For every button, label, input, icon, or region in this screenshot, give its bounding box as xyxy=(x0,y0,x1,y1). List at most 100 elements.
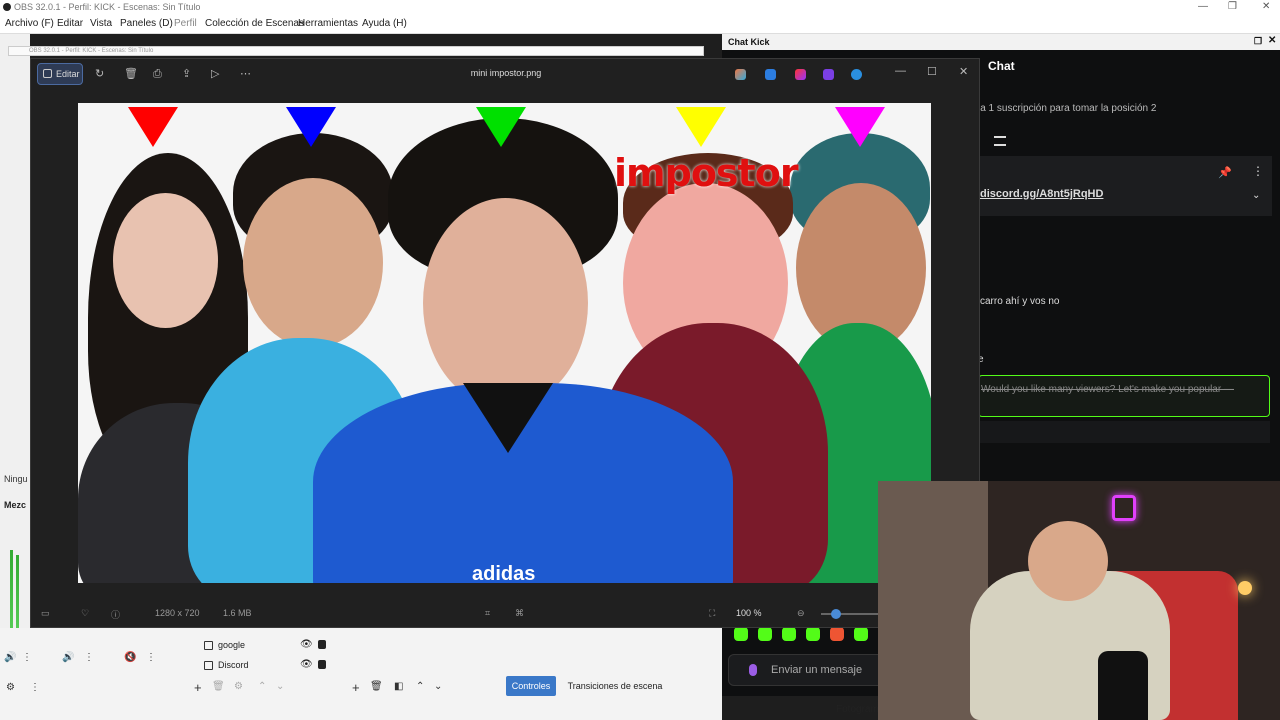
source-name: Discord xyxy=(218,660,249,670)
move-down-icon[interactable]: ⌄ xyxy=(276,681,284,692)
file-title: mini impostor.png xyxy=(470,68,542,78)
zoom-slider[interactable] xyxy=(821,613,881,615)
restore-icon[interactable]: ❐ xyxy=(1228,1,1237,12)
more-icon[interactable]: ⋮ xyxy=(84,652,94,663)
minimize-icon[interactable]: — xyxy=(1198,1,1208,12)
menu-paneles[interactable]: Paneles (D) xyxy=(120,18,173,29)
more-icon[interactable]: ⋮ xyxy=(22,652,32,663)
lamp-icon xyxy=(1238,581,1252,595)
source-properties-icon[interactable]: ◧ xyxy=(394,681,403,692)
menu-vista[interactable]: Vista xyxy=(90,18,112,29)
zoom-out-icon[interactable]: ⊖ xyxy=(797,608,805,619)
favorite-icon[interactable]: ♡ xyxy=(81,608,89,619)
marker-magenta-icon xyxy=(835,107,885,147)
thumbnail-image: impostor adidas xyxy=(78,103,931,583)
tab-controles[interactable]: Controles xyxy=(506,676,556,696)
muted-icon[interactable]: 🔇 xyxy=(124,652,136,663)
menu-archivo[interactable]: Archivo (F) xyxy=(5,18,54,29)
more-icon[interactable]: ⋮ xyxy=(1252,164,1264,178)
crop-icon[interactable]: ⌗ xyxy=(485,608,490,619)
move-down-icon[interactable]: ⌄ xyxy=(434,681,442,692)
clipchamp-icon[interactable] xyxy=(823,69,834,80)
twitch-neon-icon xyxy=(1112,495,1136,521)
close-icon[interactable]: ✕ xyxy=(1268,35,1276,46)
face-shape xyxy=(113,193,218,328)
audio-meter xyxy=(16,555,19,630)
emote-icon[interactable] xyxy=(830,627,844,641)
source-row[interactable]: Discord 👁 xyxy=(200,657,340,675)
source-row[interactable]: google 👁 xyxy=(200,637,340,655)
source-name: google xyxy=(218,640,246,650)
filter-icon[interactable] xyxy=(994,136,1006,146)
app-icon[interactable] xyxy=(795,69,806,80)
gear-icon[interactable]: ⚙ xyxy=(6,682,15,693)
move-up-icon[interactable]: ⌃ xyxy=(258,681,266,692)
trash-icon[interactable]: 🗑 xyxy=(370,681,383,692)
pin-icon[interactable]: 📌 xyxy=(1218,166,1232,179)
undock-icon[interactable]: ❐ xyxy=(1254,36,1262,47)
eye-icon[interactable]: 👁 xyxy=(300,639,313,650)
volume-icon[interactable]: 🔊 xyxy=(62,652,74,663)
emote-icon[interactable] xyxy=(758,627,772,641)
chat-dock-header: Chat Kick ❐ ✕ xyxy=(722,34,1280,50)
more-icon[interactable]: ⋮ xyxy=(30,682,40,693)
emote-icon[interactable] xyxy=(734,627,748,641)
chat-title: Chat xyxy=(988,59,1015,73)
menu-editar[interactable]: Editar xyxy=(57,18,83,29)
jersey-logo-text: adidas xyxy=(472,563,536,583)
menu-herramientas[interactable]: Herramientas xyxy=(298,18,358,29)
marker-yellow-icon xyxy=(676,107,726,147)
chevron-down-icon[interactable]: ⌄ xyxy=(1252,190,1260,201)
maximize-icon[interactable]: ☐ xyxy=(927,65,937,78)
gear-icon[interactable]: ⚙ xyxy=(234,681,243,692)
trash-icon[interactable]: 🗑 xyxy=(212,681,225,692)
menu-ayuda[interactable]: Ayuda (H) xyxy=(362,18,407,29)
info-icon[interactable]: ⓘ xyxy=(111,608,120,621)
copilot-icon[interactable] xyxy=(735,69,746,80)
chat-input-placeholder: Enviar un mensaje xyxy=(771,664,863,676)
emote-icon[interactable] xyxy=(782,627,796,641)
move-up-icon[interactable]: ⌃ xyxy=(416,681,424,692)
menu-coleccion[interactable]: Colección de Escenas xyxy=(205,18,304,29)
tab-transiciones[interactable]: Transiciones de escena xyxy=(560,676,670,696)
viewer-toolbar: Editar ↻ 🗑 ⎙ ⇪ ▷ ⋯ mini impostor.png — ☐… xyxy=(31,59,979,89)
obs-left-dock xyxy=(0,34,30,720)
emote-icon[interactable] xyxy=(806,627,820,641)
scene-dropdown-label[interactable]: Ningu xyxy=(4,474,28,484)
highlighted-message: Would you like many viewers? Let's make … xyxy=(978,375,1270,417)
file-size: 1.6 MB xyxy=(223,608,252,618)
add-scene-button[interactable]: + xyxy=(194,680,202,695)
eye-icon[interactable]: 👁 xyxy=(300,659,313,670)
add-source-button[interactable]: + xyxy=(352,680,360,695)
filmstrip-icon[interactable]: ▭ xyxy=(41,608,50,619)
menu-perfil[interactable]: Perfil xyxy=(174,18,197,29)
obs-menu-bar: Archivo (F) Editar Vista Paneles (D) Per… xyxy=(0,14,1280,34)
subscription-notice: la 1 suscripción para tomar la posición … xyxy=(978,103,1157,114)
zoom-slider-handle[interactable] xyxy=(831,609,841,619)
face-shape xyxy=(423,198,588,408)
fit-icon[interactable]: ⛶ xyxy=(709,608,715,619)
volume-icon[interactable]: 🔊 xyxy=(4,652,16,663)
minimize-icon[interactable]: — xyxy=(895,65,906,77)
more-icon[interactable]: ⋮ xyxy=(146,652,156,663)
lock-icon[interactable] xyxy=(318,660,326,669)
chat-strip xyxy=(980,421,1270,443)
close-icon[interactable]: ✕ xyxy=(959,65,968,78)
zoom-level[interactable]: 100 % xyxy=(736,608,762,618)
photo-viewer-window: Editar ↻ 🗑 ⎙ ⇪ ▷ ⋯ mini impostor.png — ☐… xyxy=(30,58,980,628)
audio-mixer-label: Mezc xyxy=(4,500,27,510)
onedrive-icon[interactable] xyxy=(851,69,862,80)
impostor-overlay-text: impostor xyxy=(614,151,799,195)
image-dimensions: 1280 x 720 xyxy=(155,608,200,618)
scan-icon[interactable]: ⌘ xyxy=(515,608,524,619)
pinned-link[interactable]: discord.gg/A8nt5jRqHD xyxy=(980,188,1103,200)
photo-editor-icon[interactable] xyxy=(765,69,776,80)
lock-icon[interactable] xyxy=(318,640,326,649)
obs-window-title: OBS 32.0.1 - Perfil: KICK - Escenas: Sin… xyxy=(14,2,201,12)
face-shape xyxy=(243,178,383,348)
mic-icon[interactable] xyxy=(749,664,757,676)
obs-nested-window-title: OBS 32.0.1 - Perfil: KICK - Escenas: Sin… xyxy=(8,46,704,56)
chat-input[interactable]: Enviar un mensaje xyxy=(728,654,888,686)
emote-icon[interactable] xyxy=(854,627,868,641)
close-icon[interactable]: ✕ xyxy=(1262,1,1270,12)
